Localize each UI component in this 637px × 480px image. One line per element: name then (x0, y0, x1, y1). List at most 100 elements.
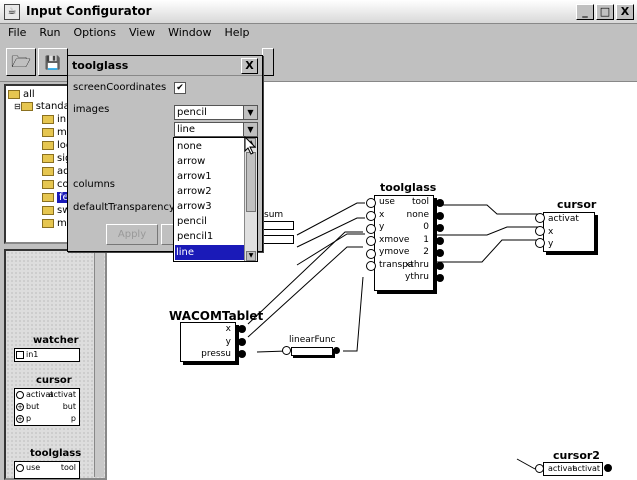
linearfunc-input-port[interactable] (282, 346, 291, 355)
columns-label: columns (73, 179, 116, 190)
save-icon: 💾 (44, 56, 62, 71)
palette-watcher-title: watcher (33, 335, 79, 346)
folder-icon (42, 127, 54, 137)
palette-toolglass[interactable]: use tool (14, 461, 80, 479)
toolglass-x-port[interactable] (366, 211, 376, 221)
toolglass-0-port[interactable] (436, 224, 444, 232)
scroll-down-icon[interactable]: ▼ (246, 251, 256, 261)
wacom-y-port[interactable] (238, 338, 246, 346)
palette-scrollbar[interactable] (94, 253, 104, 477)
tree-item[interactable]: mi (42, 218, 70, 229)
cursor-x-port[interactable] (535, 226, 545, 236)
menu-options[interactable]: Options (66, 24, 121, 39)
palette-cursor-title: cursor (36, 375, 72, 386)
folder-icon (42, 218, 54, 228)
dialog-close-button[interactable]: X (241, 58, 258, 74)
wacom-title: WACOMTablet (169, 309, 264, 323)
option-pencil[interactable]: pencil (176, 214, 246, 229)
folder-icon (42, 140, 54, 150)
dialog-title: toolglass (72, 59, 129, 72)
toolglass-xthru-port[interactable] (436, 262, 444, 270)
cursor-title: cursor (557, 198, 597, 211)
cursor-y-port[interactable] (535, 238, 545, 248)
toolglass-use-port[interactable] (366, 198, 376, 208)
cursor2-title: cursor2 (553, 449, 600, 462)
minimize-button[interactable]: _ (576, 4, 594, 20)
tree-node-standard[interactable]: ⊟ standa (14, 101, 70, 112)
apply-button[interactable]: Apply (106, 224, 158, 245)
screen-coordinates-checkbox[interactable]: ✔ (174, 82, 186, 94)
tree-item[interactable]: co (42, 179, 69, 190)
toolglass-ythru-port[interactable] (436, 274, 444, 282)
images-label: images (73, 104, 110, 115)
option-arrow[interactable]: arrow (176, 154, 246, 169)
sum-device[interactable] (262, 221, 294, 230)
folder-icon (42, 114, 54, 124)
menu-help[interactable]: Help (216, 24, 254, 39)
save-button[interactable]: 💾 (38, 48, 68, 76)
cursor2-device[interactable]: activat activat (543, 462, 603, 476)
wacom-pressure-port[interactable] (238, 350, 246, 358)
folder-icon (42, 166, 54, 176)
menu-window[interactable]: Window (160, 24, 216, 39)
mouse-pointer-icon (244, 136, 257, 155)
toolglass-1-port[interactable] (436, 237, 444, 245)
toolglass-xmove-port[interactable] (366, 236, 376, 246)
dialog-titlebar: toolglass X (68, 56, 262, 76)
images-select[interactable]: pencil ▼ (174, 105, 258, 120)
option-arrow1[interactable]: arrow1 (176, 169, 246, 184)
device-block[interactable] (262, 235, 294, 244)
dialog-button-partial[interactable] (161, 224, 173, 245)
cursor-device[interactable]: activat x y (543, 212, 595, 252)
cursor2-input-port[interactable] (535, 464, 544, 473)
linearfunc-title: linearFunc (289, 335, 336, 345)
option-arrow2[interactable]: arrow2 (176, 184, 246, 199)
folder-icon (42, 205, 54, 215)
folder-icon (42, 153, 54, 163)
app-icon: ☕ (4, 4, 20, 20)
linearfunc-output-port[interactable] (333, 347, 340, 354)
toolglass-2-port[interactable] (436, 249, 444, 257)
maximize-button[interactable]: □ (596, 4, 614, 20)
folder-icon (42, 179, 54, 189)
tree-node-all[interactable]: all (8, 89, 35, 100)
cursor2-output-port[interactable] (604, 464, 612, 472)
wacom-device[interactable]: x y pressu (180, 322, 236, 362)
option-line[interactable]: line (175, 245, 246, 260)
toolglass-transpa-port[interactable] (366, 261, 376, 271)
chevron-down-icon: ▼ (243, 106, 257, 119)
device-palette: watcher in1 cursor activat activat + but bu… (4, 249, 107, 480)
menu-run[interactable]: Run (31, 24, 65, 39)
option-arrow3[interactable]: arrow3 (176, 199, 246, 214)
menu-bar: File Run Options View Window Help (0, 24, 637, 42)
open-folder-icon: 🗁 (11, 52, 31, 71)
window-title: Input Configurator (26, 4, 152, 18)
sum-title: sum (264, 210, 284, 220)
dropdown-scrollbar[interactable]: ▲ ▼ (244, 138, 257, 261)
default-transparency-label: defaultTransparency (73, 202, 175, 213)
line-select[interactable]: line ▼ (174, 122, 258, 137)
menu-file[interactable]: File (0, 24, 31, 39)
screen-coordinates-label: screenCoordinates (73, 82, 167, 93)
menu-view[interactable]: View (121, 24, 160, 39)
linearfunc-device[interactable] (291, 347, 333, 356)
tree-item[interactable]: ad (42, 166, 69, 177)
close-button[interactable]: X (616, 4, 634, 20)
open-button[interactable]: 🗁 (6, 48, 36, 76)
toolglass-tool-port[interactable] (436, 199, 444, 207)
palette-watcher[interactable]: in1 (14, 348, 80, 362)
toolglass-y-port[interactable] (366, 224, 376, 234)
scroll-thumb[interactable] (246, 152, 256, 212)
palette-cursor[interactable]: activat activat + but but + p p (14, 388, 80, 426)
folder-icon (8, 89, 20, 99)
toolglass-device[interactable]: use tool x none y0 xmove 1 ymove 2 transpa xt… (374, 195, 434, 291)
palette-toolglass-title: toolglass (30, 448, 82, 459)
toolglass-ymove-port[interactable] (366, 249, 376, 259)
toolbar-button-partial[interactable] (262, 48, 274, 76)
toolglass-none-port[interactable] (436, 212, 444, 220)
option-pencil1[interactable]: pencil1 (176, 229, 246, 244)
wacom-x-port[interactable] (238, 325, 246, 333)
cursor-activate-port[interactable] (535, 213, 545, 223)
folder-icon (42, 192, 54, 202)
option-none[interactable]: none (176, 139, 246, 154)
